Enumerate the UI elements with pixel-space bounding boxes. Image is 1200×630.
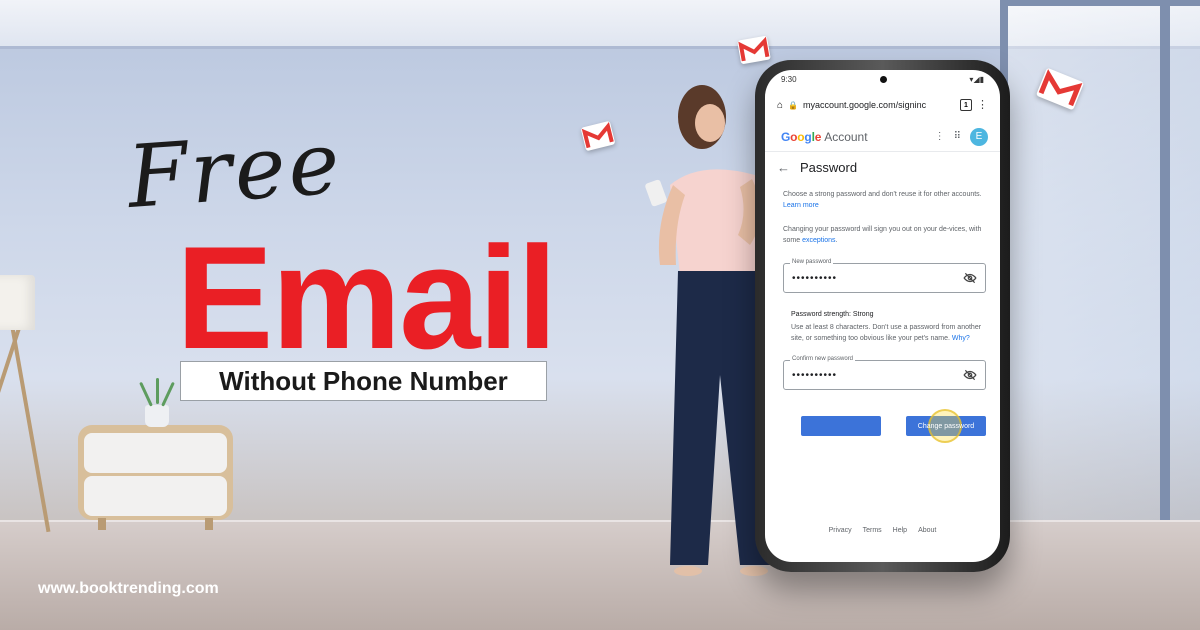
header-icons: ⋮ ⠿ E xyxy=(935,127,988,146)
change-password-label: Change password xyxy=(917,422,975,430)
plant-leaf xyxy=(139,381,153,407)
gmail-icon xyxy=(737,35,771,65)
floor xyxy=(0,520,1200,630)
front-camera xyxy=(879,75,887,83)
password-strength: Password strength: Strong xyxy=(791,311,874,318)
apps-grid-icon[interactable]: ⠿ xyxy=(954,131,961,142)
browser-menu-icon[interactable]: ⋮ xyxy=(977,99,988,111)
confirm-password-label: Confirm new password xyxy=(790,356,856,362)
footer-link-privacy[interactable]: Privacy xyxy=(829,527,852,534)
headline-email: Email xyxy=(176,216,558,379)
blank-button[interactable] xyxy=(801,416,881,436)
website-url: www.booktrending.com xyxy=(38,580,219,597)
plant-leaf xyxy=(161,381,175,407)
phone-screen: 9:30 ▾◢▮ ⌂ 🔒 myaccount.google.com/signin… xyxy=(765,70,1000,562)
window-frame xyxy=(1160,0,1170,540)
back-arrow-icon[interactable]: ← xyxy=(777,160,790,175)
window-frame xyxy=(1000,0,1200,6)
confirm-password-value[interactable]: •••••••••• xyxy=(792,370,963,381)
button-row: Change password xyxy=(765,409,1000,443)
lamp-shade xyxy=(0,275,35,330)
smartphone: 9:30 ▾◢▮ ⌂ 🔒 myaccount.google.com/signin… xyxy=(755,60,1010,572)
subtitle-text: Without Phone Number xyxy=(219,365,508,396)
new-password-value[interactable]: •••••••••• xyxy=(792,273,963,284)
google-account-header: Google Account ⋮ ⠿ E xyxy=(765,122,1000,152)
learn-more-link[interactable]: Learn more xyxy=(783,202,819,209)
nightstand-drawer xyxy=(84,433,227,473)
subtitle-box: Without Phone Number xyxy=(180,361,547,401)
signout-text-end: . xyxy=(835,237,838,244)
footer-link-about[interactable]: About xyxy=(918,527,936,534)
footer-links: Privacy Terms Help About xyxy=(765,527,1000,534)
account-label: Account xyxy=(824,129,868,144)
status-bar: 9:30 ▾◢▮ xyxy=(765,70,1000,88)
signal-battery-icon: ▾◢▮ xyxy=(969,74,984,84)
strength-help-text: Use at least 8 characters. Don't use a p… xyxy=(765,322,1000,344)
intro-text-body: Choose a strong password and don't reuse… xyxy=(783,191,982,198)
new-password-label: New password xyxy=(790,259,834,265)
new-password-field[interactable]: New password •••••••••• xyxy=(783,259,986,293)
intro-text: Choose a strong password and don't reuse… xyxy=(765,189,1000,211)
eye-off-icon[interactable] xyxy=(963,271,977,285)
avatar[interactable]: E xyxy=(970,127,988,146)
lock-icon[interactable]: 🔒 xyxy=(788,101,798,110)
home-icon[interactable]: ⌂ xyxy=(777,100,783,111)
eye-off-icon[interactable] xyxy=(963,368,977,382)
baseboard xyxy=(0,520,1200,522)
window xyxy=(1000,0,1200,560)
google-logo: Google xyxy=(781,129,822,144)
more-options-icon[interactable]: ⋮ xyxy=(935,131,945,142)
status-time: 9:30 xyxy=(781,74,797,84)
confirm-password-field[interactable]: Confirm new password •••••••••• xyxy=(783,356,986,390)
tab-count-button[interactable]: 1 xyxy=(960,99,972,111)
why-link[interactable]: Why? xyxy=(952,335,970,342)
footer-link-terms[interactable]: Terms xyxy=(863,527,882,534)
exceptions-link[interactable]: exceptions xyxy=(802,237,835,244)
page-header: ← Password xyxy=(765,152,1000,183)
url-text[interactable]: myaccount.google.com/signinc xyxy=(803,100,955,110)
plant-leaf xyxy=(156,378,159,404)
change-password-button[interactable]: Change password xyxy=(906,409,986,443)
nightstand-drawer xyxy=(84,476,227,516)
page-title: Password xyxy=(800,160,858,175)
lamp-leg xyxy=(10,324,51,533)
nightstand-foot xyxy=(98,518,106,530)
signout-text: Changing your password will sign you out… xyxy=(765,224,1000,246)
browser-address-bar[interactable]: ⌂ 🔒 myaccount.google.com/signinc 1 ⋮ xyxy=(773,94,992,116)
plant-pot xyxy=(145,405,169,427)
footer-link-help[interactable]: Help xyxy=(893,527,907,534)
nightstand-foot xyxy=(205,518,213,530)
